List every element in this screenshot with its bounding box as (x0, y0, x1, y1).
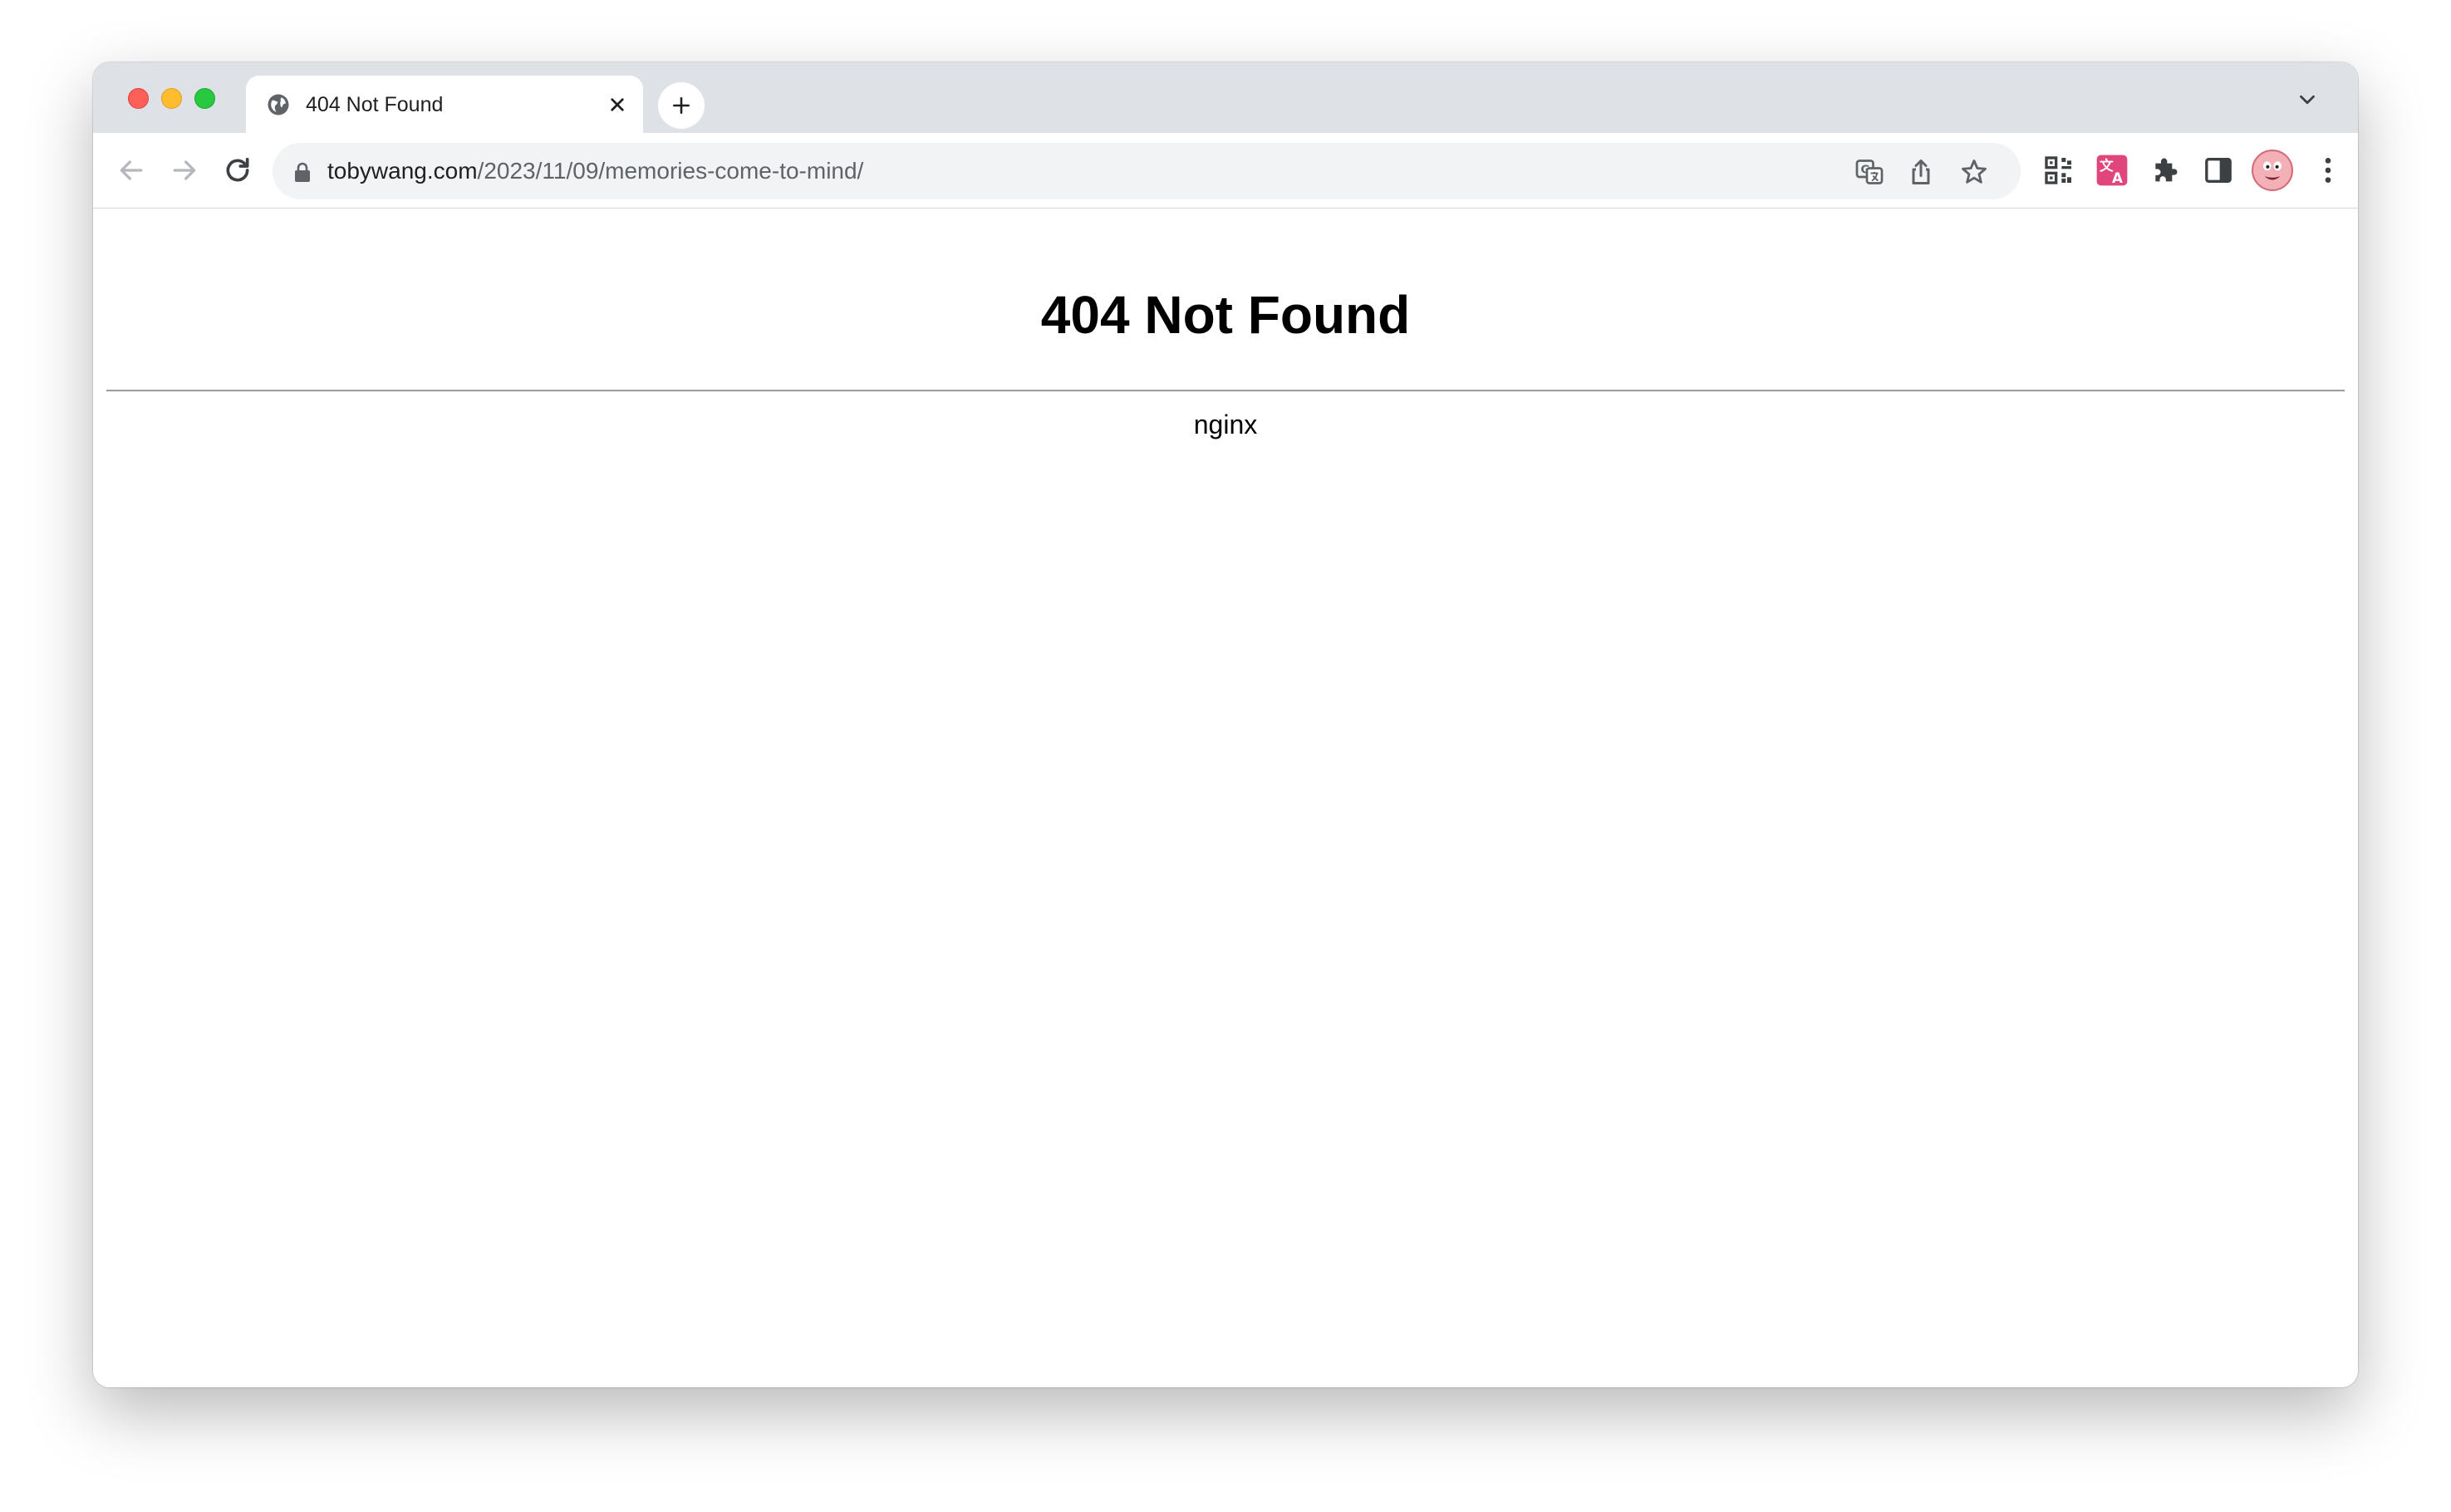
page-content: 404 Not Found nginx (93, 209, 2358, 1387)
arrow-right-icon[interactable] (168, 154, 201, 187)
new-tab-button[interactable] (658, 82, 705, 129)
close-window-button[interactable] (128, 88, 149, 109)
plus-icon (673, 97, 690, 114)
translate-icon[interactable]: G (1854, 157, 1884, 187)
star-icon[interactable] (1959, 157, 1989, 187)
qr-code-icon[interactable] (2042, 154, 2075, 187)
translate-extension-icon[interactable]: 文 A (2095, 154, 2129, 187)
toolbar: tobywang.com/2023/11/09/memories-come-to… (93, 133, 2358, 209)
side-panel-icon[interactable] (2202, 154, 2235, 187)
url-text[interactable]: tobywang.com/2023/11/09/memories-come-to… (327, 156, 863, 186)
minimize-window-button[interactable] (161, 88, 182, 109)
svg-text:A: A (2112, 170, 2123, 186)
share-icon[interactable] (1906, 157, 1936, 187)
page-title: 404 Not Found (1040, 285, 1411, 345)
url-path: /2023/11/09/memories-come-to-mind/ (477, 158, 864, 184)
tab-title: 404 Not Found (306, 93, 444, 116)
divider (106, 390, 2345, 392)
globe-icon (268, 94, 289, 115)
server-name: nginx (1193, 410, 1258, 439)
more-vertical-icon[interactable] (2311, 154, 2345, 187)
chevron-down-icon[interactable] (2295, 87, 2320, 112)
tab-strip: 404 Not Found (93, 62, 2358, 133)
address-bar[interactable]: tobywang.com/2023/11/09/memories-come-to… (273, 143, 2021, 199)
maximize-window-button[interactable] (194, 88, 215, 109)
reload-icon[interactable] (221, 154, 254, 187)
close-icon[interactable] (605, 92, 630, 117)
puzzle-icon[interactable] (2149, 154, 2182, 187)
browser-window: 404 Not Found tobywang.com/2023/11/09/me… (93, 62, 2358, 1387)
tab-active[interactable]: 404 Not Found (246, 76, 643, 133)
arrow-left-icon[interactable] (115, 154, 148, 187)
lock-icon[interactable] (292, 161, 312, 183)
url-host: tobywang.com (327, 158, 478, 184)
avatar[interactable] (2252, 150, 2293, 191)
